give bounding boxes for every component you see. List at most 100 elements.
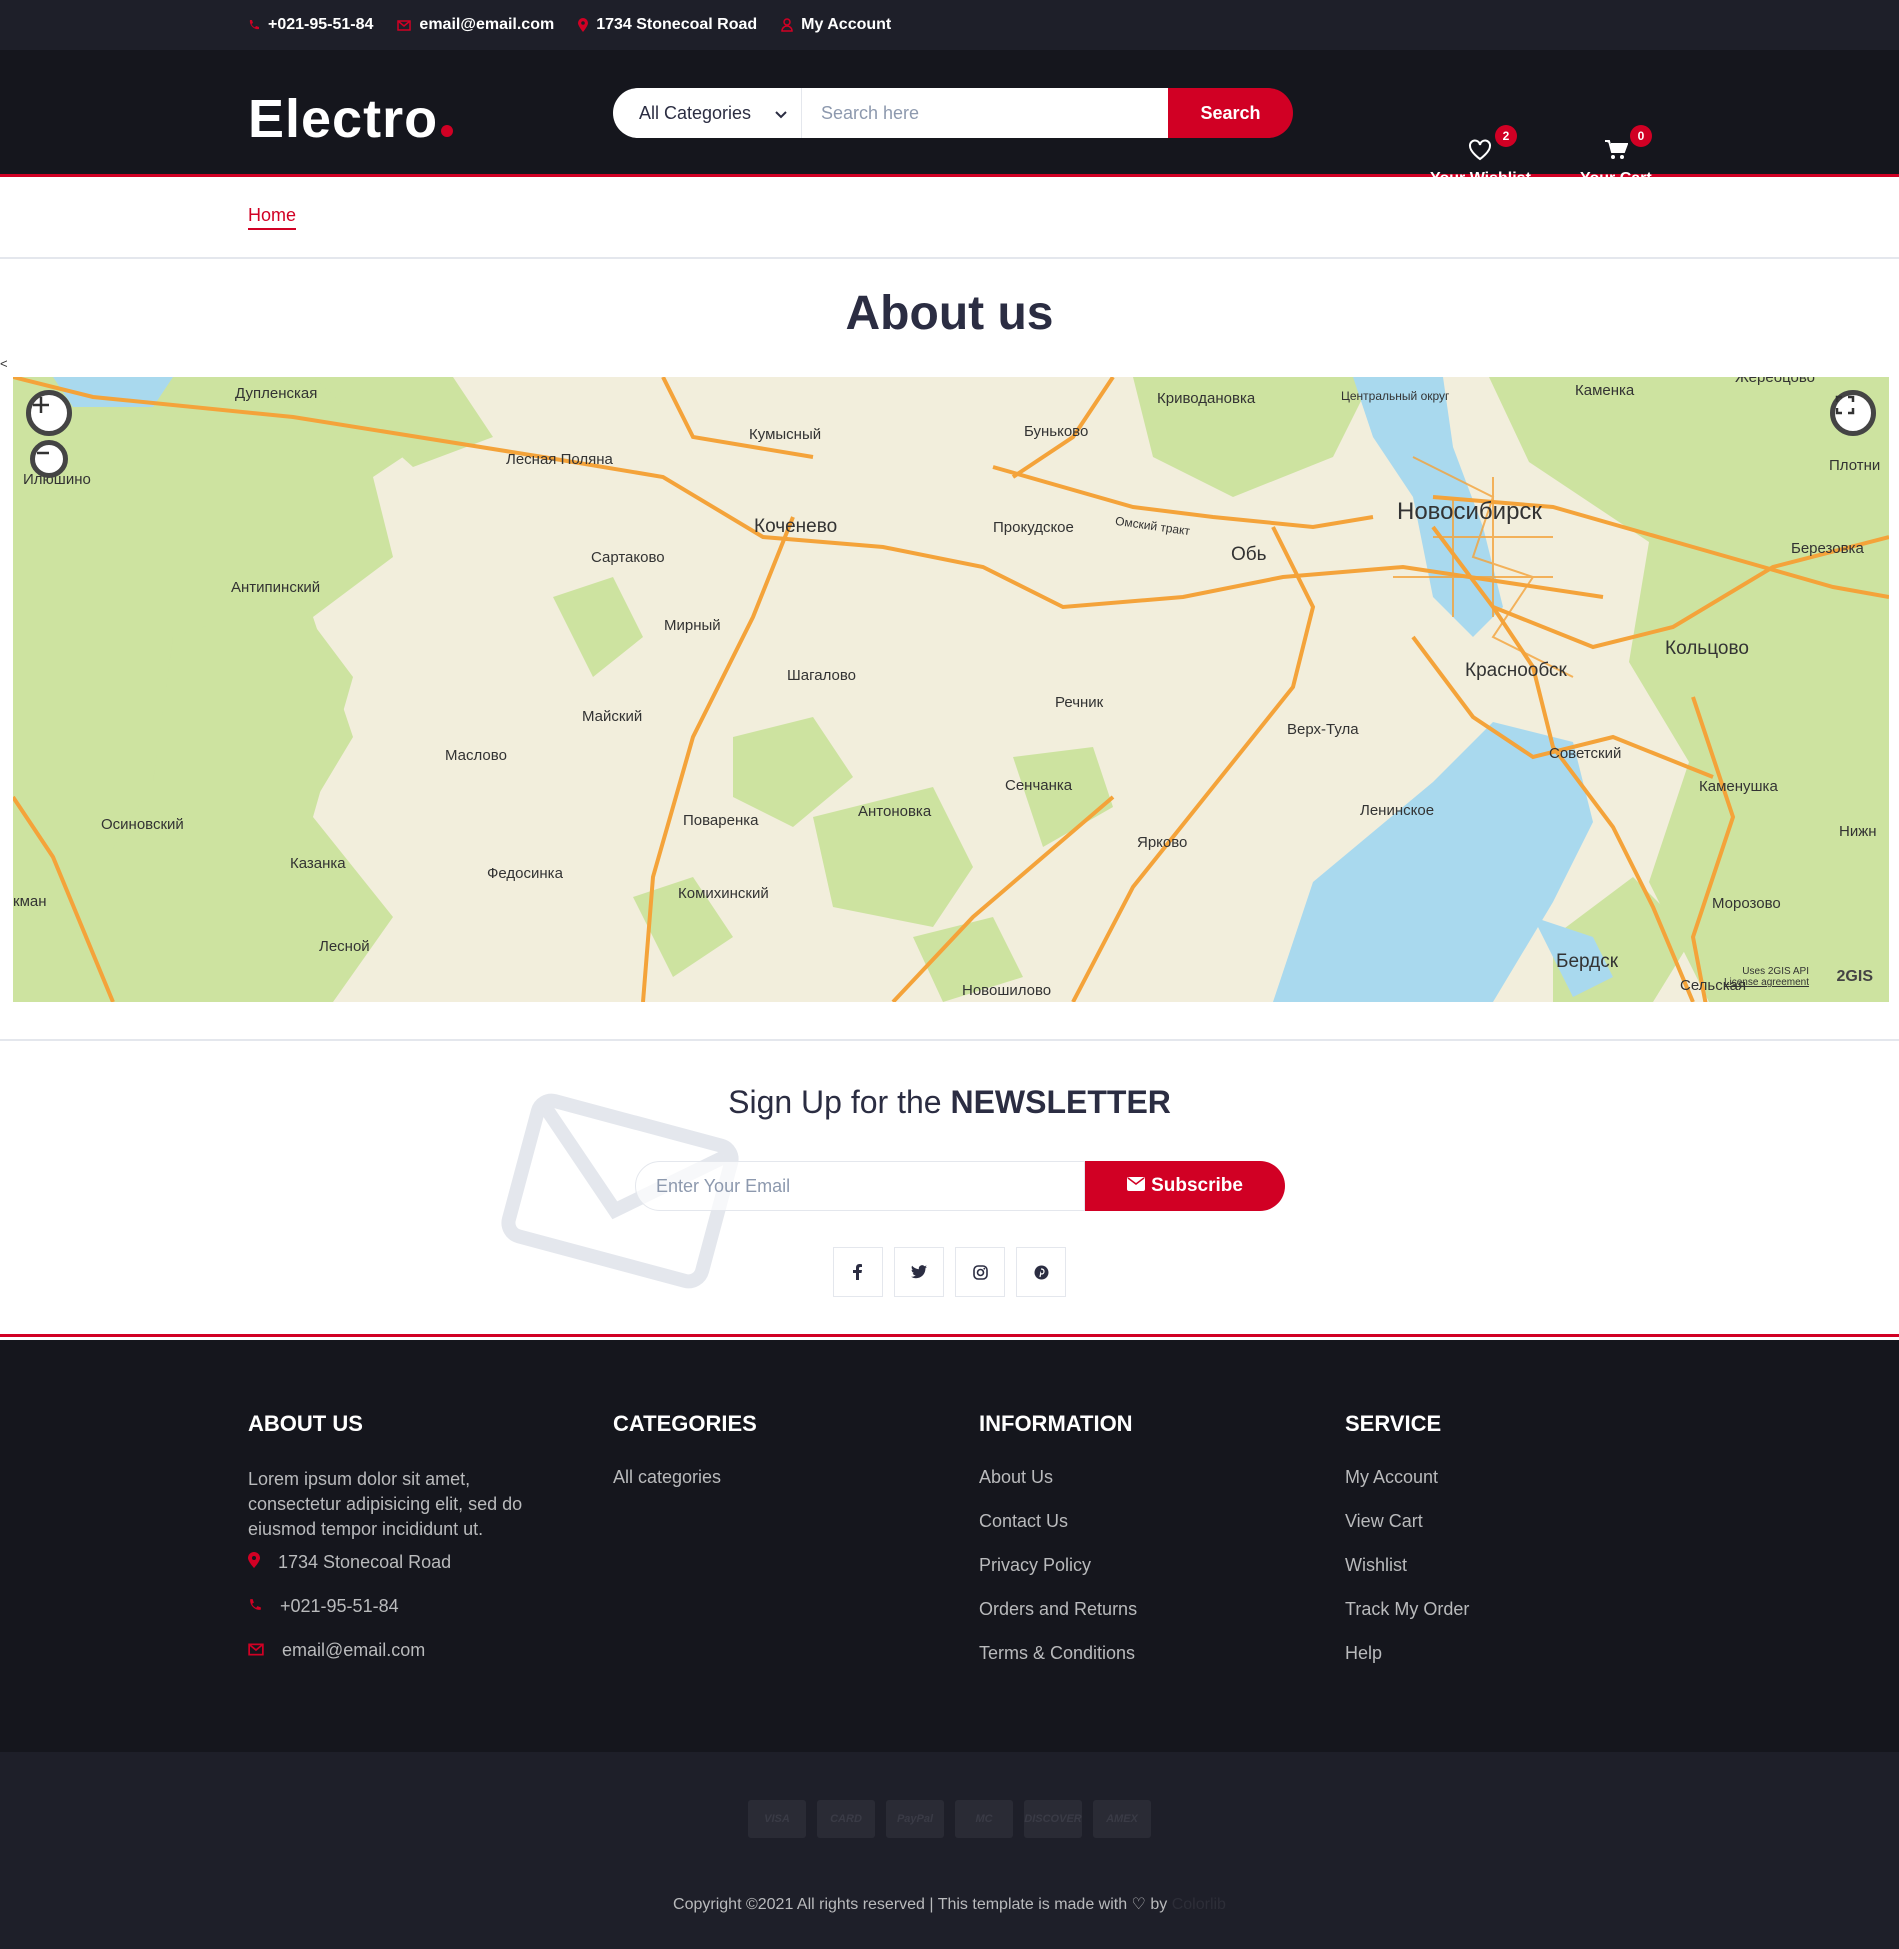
social-links	[0, 1247, 1899, 1297]
header-email-link[interactable]: email@email.com	[397, 16, 554, 34]
header-phone: +021-95-51-84	[268, 16, 374, 33]
zoom-in-button[interactable]	[26, 390, 72, 436]
fullscreen-icon	[1835, 395, 1855, 415]
map-label: Каменка	[1575, 382, 1635, 399]
stray-character: <	[0, 356, 8, 371]
map-label: Кольцово	[1665, 638, 1749, 659]
logo-text: Electro	[248, 89, 439, 149]
map-label: Майский	[582, 708, 643, 725]
facebook-link[interactable]	[833, 1247, 883, 1297]
map-tiles	[13, 377, 1889, 1002]
map-marker-icon	[248, 1552, 260, 1573]
envelope-icon	[397, 19, 412, 31]
heart-icon	[1468, 139, 1492, 166]
header-address: 1734 Stonecoal Road	[596, 16, 758, 33]
map-label: Маслово	[445, 747, 507, 764]
footer-link[interactable]: Privacy Policy	[979, 1555, 1137, 1599]
pinterest-link[interactable]	[1016, 1247, 1066, 1297]
map-label: Обь	[1231, 544, 1267, 565]
footer-address-text: 1734 Stonecoal Road	[278, 1552, 452, 1572]
license-agreement-link[interactable]: License agreement	[1724, 977, 1809, 988]
zoom-out-button[interactable]	[30, 440, 68, 478]
plus-icon	[33, 397, 49, 413]
breadcrumb-home[interactable]: Home	[248, 205, 297, 230]
map-label: Антоновка	[858, 803, 932, 820]
footer-link[interactable]: About Us	[979, 1467, 1137, 1511]
map-label: Комихинский	[678, 885, 769, 902]
category-select[interactable]: All Categories	[613, 88, 802, 138]
map-label: Центральный округ	[1341, 389, 1450, 403]
credit-card-icon: CARD	[817, 1800, 875, 1838]
phone-icon	[248, 19, 260, 31]
copyright-text: Copyright ©2021 All rights reserved | Th…	[673, 1896, 1168, 1913]
instagram-link[interactable]	[955, 1247, 1005, 1297]
mastercard-card-icon: MC	[955, 1800, 1013, 1838]
footer-phone[interactable]: +021-95-51-84	[248, 1596, 568, 1640]
map-label: Новосибирск	[1397, 498, 1542, 525]
footer-about-title: ABOUT US	[248, 1411, 363, 1436]
map-label: Шагалово	[787, 667, 856, 684]
map-label: Краснообск	[1465, 660, 1567, 681]
newsletter-email-input[interactable]: Enter Your Email	[635, 1161, 1085, 1211]
colorlib-link[interactable]: Colorlib	[1172, 1896, 1226, 1913]
forest-areas	[13, 377, 1889, 1002]
header-phone-link[interactable]: +021-95-51-84	[248, 16, 373, 34]
map-widget[interactable]: Дупленская Илюшино Лесная Поляна Кумысны…	[13, 377, 1889, 1002]
footer-phone-text: +021-95-51-84	[280, 1596, 399, 1616]
footer-link[interactable]: Track My Order	[1345, 1599, 1469, 1643]
map-label: Ярково	[1137, 834, 1188, 851]
copyright: Copyright ©2021 All rights reserved | Th…	[0, 1894, 1899, 1914]
map-label: Бердск	[1556, 951, 1619, 972]
newsletter-title-strong: NEWSLETTER	[950, 1084, 1171, 1120]
footer-link[interactable]: View Cart	[1345, 1511, 1469, 1555]
twitter-link[interactable]	[894, 1247, 944, 1297]
map-label: Криводановка	[1157, 390, 1256, 407]
search-button[interactable]: Search	[1168, 88, 1293, 138]
footer-link[interactable]: My Account	[1345, 1467, 1469, 1511]
footer-link[interactable]: Contact Us	[979, 1511, 1137, 1555]
footer-information-title: INFORMATION	[979, 1411, 1133, 1436]
subscribe-label: Subscribe	[1151, 1175, 1243, 1196]
map-label: Дупленская	[235, 385, 318, 402]
map-attribution: Uses 2GIS API License agreement	[1724, 966, 1809, 988]
footer-email[interactable]: email@email.com	[248, 1640, 568, 1684]
search-form: All Categories Search here Search	[613, 88, 1293, 138]
map-label: Речник	[1055, 694, 1104, 711]
envelope-icon	[1127, 1175, 1146, 1197]
footer-address[interactable]: 1734 Stonecoal Road	[248, 1552, 568, 1596]
visa-card-icon: VISA	[748, 1800, 806, 1838]
map-label: Сенчанка	[1005, 777, 1073, 794]
user-icon	[781, 18, 793, 32]
breadcrumb: Home	[0, 180, 1899, 259]
paypal-card-icon: PayPal	[886, 1800, 944, 1838]
footer-link[interactable]: Terms & Conditions	[979, 1643, 1137, 1687]
map-label: Жеребцово	[1735, 377, 1816, 386]
footer-service-title: SERVICE	[1345, 1411, 1442, 1436]
cart-count-badge: 0	[1630, 125, 1652, 147]
map-label: Лесная Поляна	[506, 451, 613, 468]
map-label: Кумысный	[749, 426, 822, 443]
minus-icon	[37, 451, 49, 455]
amex-card-icon: AMEX	[1093, 1800, 1151, 1838]
map-label: Каменушка	[1699, 778, 1778, 795]
map-label: Антипинский	[231, 579, 321, 596]
fullscreen-button[interactable]	[1830, 390, 1876, 436]
footer-link[interactable]: All categories	[613, 1467, 757, 1511]
subscribe-button[interactable]: Subscribe	[1085, 1161, 1285, 1211]
my-account-link[interactable]: My Account	[781, 16, 891, 34]
footer-link[interactable]: Help	[1345, 1643, 1469, 1687]
map-provider-logo[interactable]: 2GIS	[1837, 968, 1873, 986]
header-address-link[interactable]: 1734 Stonecoal Road	[578, 16, 757, 34]
footer-service: SERVICE My Account View Cart Wishlist Tr…	[1345, 1411, 1469, 1687]
my-account-label: My Account	[801, 16, 892, 33]
footer-about: ABOUT US Lorem ipsum dolor sit amet, con…	[248, 1411, 568, 1684]
map-label: Морозово	[1712, 895, 1781, 912]
discover-card-icon: DISCOVER	[1024, 1800, 1082, 1838]
map-label: Сартаково	[591, 549, 665, 566]
footer-link[interactable]: Orders and Returns	[979, 1599, 1137, 1643]
search-input[interactable]: Search here	[802, 88, 1168, 138]
footer-link[interactable]: Wishlist	[1345, 1555, 1469, 1599]
site-logo[interactable]: Electro	[248, 88, 454, 150]
map-label: Новошилово	[962, 982, 1052, 999]
footer: ABOUT US Lorem ipsum dolor sit amet, con…	[0, 1340, 1899, 1752]
